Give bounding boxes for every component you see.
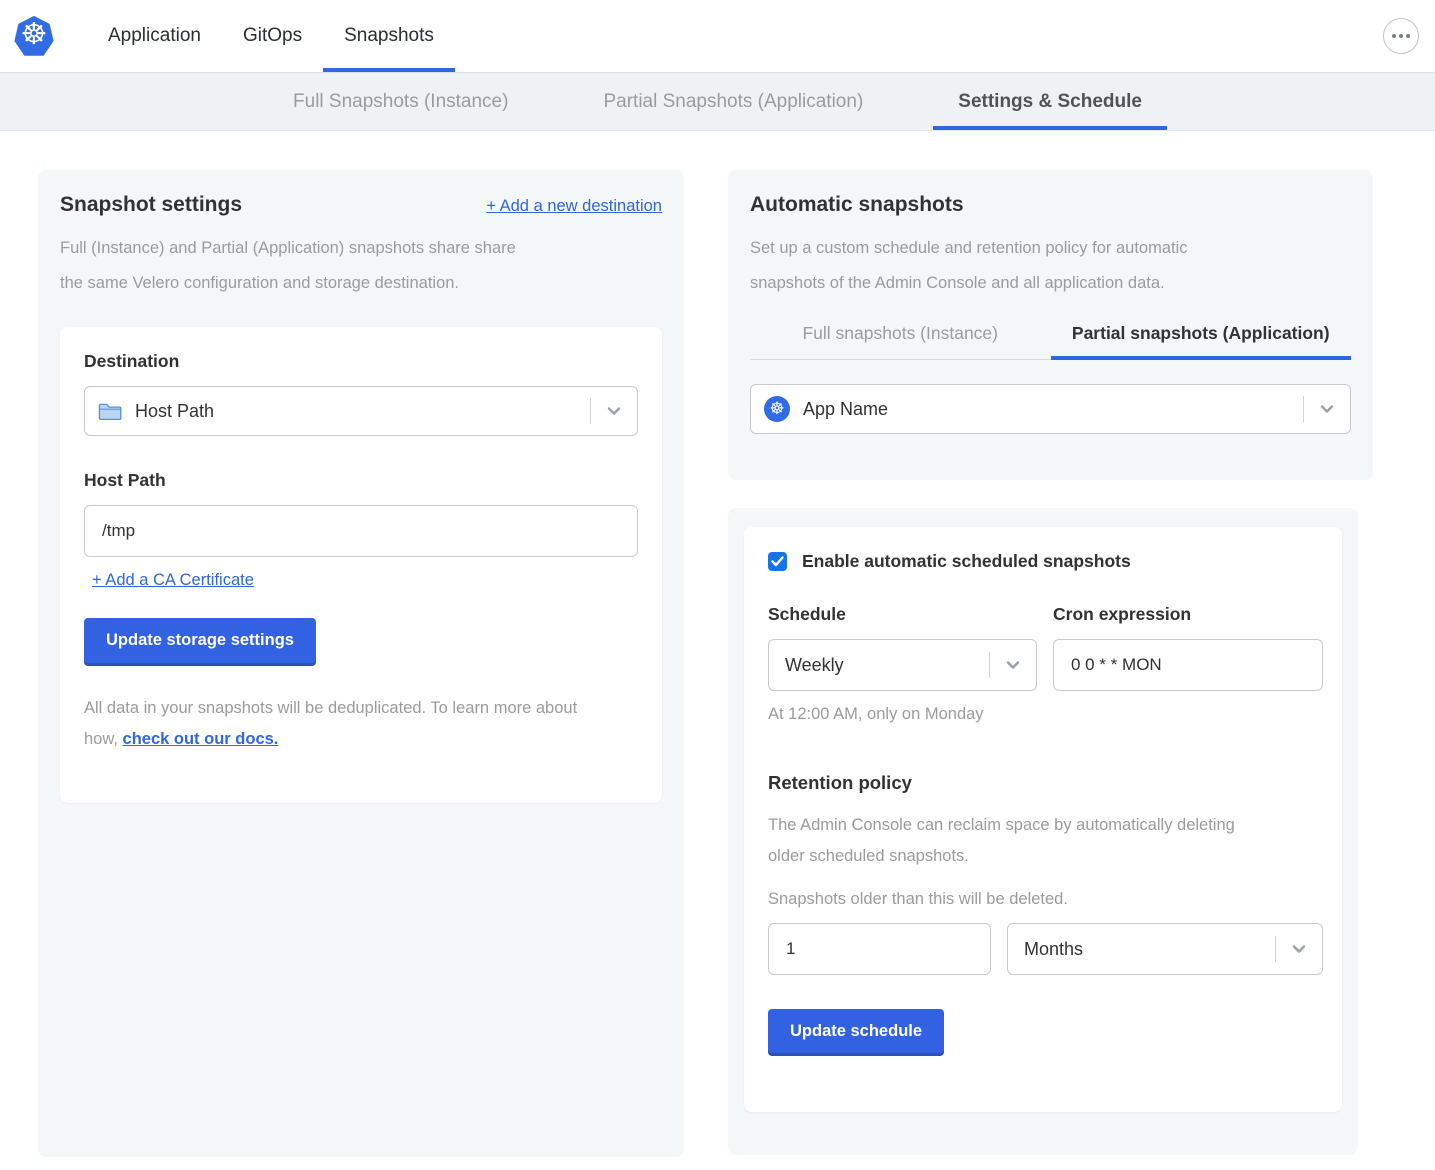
description-line: The Admin Console can reclaim space by a… [768,810,1318,841]
chevron-down-icon [1317,399,1337,419]
automatic-snapshots-description: Set up a custom schedule and retention p… [750,231,1351,301]
schedule-interval-value: Weekly [785,655,844,676]
kubernetes-logo-icon[interactable]: ☸ [14,15,54,57]
subnav-tab-full-snapshots[interactable]: Full Snapshots (Instance) [268,73,533,130]
chevron-down-icon [1289,939,1309,959]
schedule-panel: Enable automatic scheduled snapshots Sch… [744,527,1342,1112]
select-divider [1303,396,1304,422]
description-line: Full (Instance) and Partial (Application… [60,231,662,266]
nav-tab-gitops[interactable]: GitOps [222,0,323,72]
description-line: Set up a custom schedule and retention p… [750,231,1351,266]
host-path-label: Host Path [84,470,638,491]
retention-value-input[interactable] [768,923,991,975]
snapshot-settings-description: Full (Instance) and Partial (Application… [60,231,662,301]
automatic-snapshots-title: Automatic snapshots [750,193,1351,217]
right-column: Automatic snapshots Set up a custom sche… [728,170,1373,1157]
docs-link[interactable]: check out our docs. [123,730,279,748]
helm-wheel-icon: ☸ [769,401,784,418]
cron-expression-input[interactable] [1053,639,1323,691]
retention-policy-description: The Admin Console can reclaim space by a… [768,810,1318,872]
storage-settings-panel: Destination Host Path Host Path + Add a … [60,327,662,803]
select-divider [590,398,591,424]
snapshot-type-tabs: Full snapshots (Instance) Partial snapsh… [750,313,1351,360]
select-divider [1275,936,1276,962]
subnav-tab-settings-schedule[interactable]: Settings & Schedule [933,73,1167,130]
schedule-card-outer: Enable automatic scheduled snapshots Sch… [728,508,1358,1155]
retention-unit-select[interactable]: Months [1007,923,1323,975]
chevron-down-icon [1003,655,1023,675]
host-path-input[interactable] [84,505,638,557]
nav-tab-application[interactable]: Application [87,0,222,72]
folder-icon [98,402,122,421]
enable-snapshots-row[interactable]: Enable automatic scheduled snapshots [768,551,1318,572]
automatic-snapshots-card: Automatic snapshots Set up a custom sche… [728,170,1373,480]
primary-nav: Application GitOps Snapshots [87,0,455,72]
retention-hint: Snapshots older than this will be delete… [768,890,1318,909]
destination-select[interactable]: Host Path [84,386,638,436]
snapshots-subnav: Full Snapshots (Instance) Partial Snapsh… [0,72,1435,131]
retention-policy-title: Retention policy [768,772,1318,794]
schedule-label: Schedule [768,604,1037,625]
schedule-interval-select[interactable]: Weekly [768,639,1037,691]
update-storage-settings-button[interactable]: Update storage settings [84,618,316,663]
enable-snapshots-checkbox[interactable] [768,552,787,571]
app-select-value: App Name [803,399,888,420]
destination-label: Destination [84,351,638,372]
description-line: the same Velero configuration and storag… [60,266,662,301]
description-line: snapshots of the Admin Console and all a… [750,266,1351,301]
tab-partial-snapshots-application[interactable]: Partial snapshots (Application) [1051,313,1352,359]
helm-wheel-icon: ☸ [21,20,48,50]
dedupe-note: All data in your snapshots will be dedup… [84,693,638,755]
subnav-tab-partial-snapshots[interactable]: Partial Snapshots (Application) [578,73,888,130]
top-nav: ☸ Application GitOps Snapshots [0,0,1435,72]
more-menu-button[interactable] [1383,18,1419,54]
retention-unit-value: Months [1024,939,1083,960]
app-select[interactable]: ☸ App Name [750,384,1351,434]
description-line: older scheduled snapshots. [768,841,1318,872]
select-divider [989,652,990,678]
nav-tab-snapshots[interactable]: Snapshots [323,0,455,72]
tab-full-snapshots-instance[interactable]: Full snapshots (Instance) [750,313,1051,359]
chevron-down-icon [604,401,624,421]
cron-hint: At 12:00 AM, only on Monday [768,705,1318,724]
ellipsis-icon [1392,34,1396,38]
dedupe-line: how, [84,730,123,748]
update-schedule-button[interactable]: Update schedule [768,1009,944,1053]
ellipsis-icon [1399,34,1403,38]
check-icon [771,556,784,567]
cron-expression-label: Cron expression [1053,604,1323,625]
add-ca-certificate-link[interactable]: + Add a CA Certificate [92,571,254,590]
enable-snapshots-label: Enable automatic scheduled snapshots [802,551,1131,572]
ellipsis-icon [1406,34,1410,38]
app-kubernetes-icon: ☸ [764,396,790,422]
destination-value: Host Path [135,401,214,422]
snapshot-settings-card: Snapshot settings + Add a new destinatio… [38,170,684,1157]
add-new-destination-link[interactable]: + Add a new destination [486,197,662,216]
snapshot-settings-title: Snapshot settings [60,193,242,217]
dedupe-line: All data in your snapshots will be dedup… [84,693,638,724]
main-content: Snapshot settings + Add a new destinatio… [0,131,1435,1157]
